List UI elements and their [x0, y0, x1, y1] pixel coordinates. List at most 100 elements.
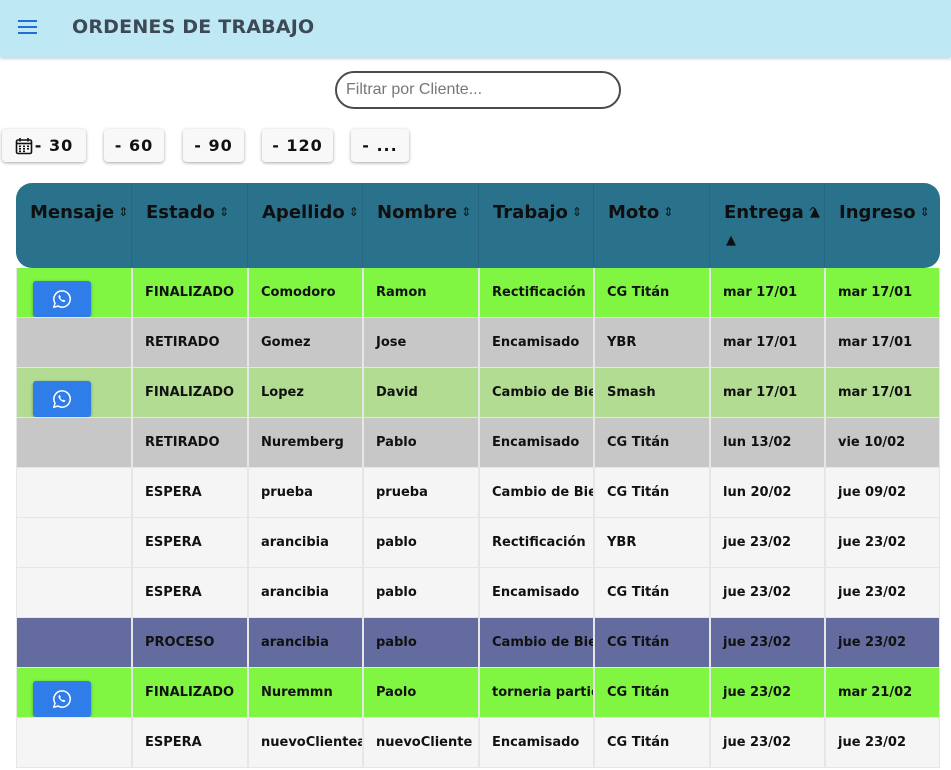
cell-mensaje — [16, 318, 132, 368]
cell-mensaje — [16, 418, 132, 468]
cell-mensaje — [16, 568, 132, 618]
sort-icon[interactable]: ⇕ — [219, 205, 229, 219]
table-row[interactable]: ESPERApruebapruebaCambio de BielaCG Titá… — [16, 468, 940, 518]
column-header-apellido[interactable]: Apellido ⇕ — [248, 183, 363, 268]
cell-mensaje — [16, 518, 132, 568]
cell-ingreso: vie 10/02 — [825, 418, 940, 468]
whatsapp-icon — [52, 390, 71, 409]
column-label: Estado — [146, 202, 216, 223]
filter-60-label: - 60 — [114, 136, 154, 155]
filter-60-days-button[interactable]: - 60 — [104, 129, 164, 162]
cell-trabajo: Rectificación — [479, 518, 594, 568]
column-label: Ingreso — [839, 202, 916, 223]
cell-ingreso: mar 17/01 — [825, 268, 940, 318]
cell-ingreso: jue 23/02 — [825, 568, 940, 618]
client-filter-input[interactable] — [335, 71, 621, 109]
column-header-estado[interactable]: Estado ⇕ — [132, 183, 248, 268]
table-body: FINALIZADO Comodoro Ramon Rectificación CG T… — [16, 268, 940, 768]
cell-estado: FINALIZADO — [132, 668, 248, 718]
cell-ingreso: jue 09/02 — [825, 468, 940, 518]
cell-entrega: jue 23/02 — [710, 668, 825, 718]
cell-trabajo: Encamisado — [479, 718, 594, 768]
cell-ingreso: jue 23/02 — [825, 618, 940, 668]
cell-moto: CG Titán — [594, 468, 710, 518]
column-label: Mensaje — [30, 202, 115, 223]
cell-estado: ESPERA — [132, 568, 248, 618]
sort-ascending-icon: ▲ — [810, 205, 820, 220]
cell-mensaje — [16, 618, 132, 668]
cell-ingreso: mar 21/02 — [825, 668, 940, 718]
hamburger-menu-icon[interactable] — [18, 20, 38, 36]
cell-ingreso: mar 17/01 — [825, 318, 940, 368]
page-title: ORDENES DE TRABAJO — [72, 16, 315, 38]
cell-apellido: arancibia — [248, 618, 363, 668]
table-row[interactable]: ESPERAnuevoClienteapnuevoClienteEncamisa… — [16, 718, 940, 768]
whatsapp-button[interactable] — [33, 681, 91, 717]
table-row[interactable]: RETIRADO Gomez Jose Encamisado YBR mar 17/01 m… — [16, 318, 940, 368]
column-header-entrega[interactable]: Entrega ^ ▲ ▲ — [710, 183, 825, 268]
cell-nombre: pablo — [363, 568, 479, 618]
cell-nombre: prueba — [363, 468, 479, 518]
table-row[interactable]: FINALIZADO Comodoro Ramon Rectificación CG T… — [16, 268, 940, 318]
cell-estado: ESPERA — [132, 468, 248, 518]
column-header-mensaje[interactable]: Mensaje ⇕ — [16, 183, 132, 268]
cell-moto: Smash — [594, 368, 710, 418]
whatsapp-button[interactable] — [33, 281, 91, 317]
table-row[interactable]: FINALIZADONuremmnPaolotorneria particula… — [16, 668, 940, 718]
sort-icon[interactable]: ⇕ — [663, 205, 673, 219]
sort-icon[interactable]: ⇕ — [461, 205, 471, 219]
cell-entrega: mar 17/01 — [710, 368, 825, 418]
cell-moto: CG Titán — [594, 618, 710, 668]
filter-more-label: - ... — [362, 136, 398, 155]
filter-120-days-button[interactable]: - 120 — [262, 129, 333, 162]
whatsapp-button[interactable] — [33, 381, 91, 417]
cell-trabajo: Cambio de Biela — [479, 618, 594, 668]
filter-90-label: - 90 — [194, 136, 233, 155]
column-label: Entrega — [724, 202, 804, 223]
whatsapp-icon — [52, 290, 71, 309]
cell-estado: PROCESO — [132, 618, 248, 668]
sort-icon[interactable]: ⇕ — [118, 205, 128, 219]
filter-30-label: - 30 — [34, 136, 74, 155]
cell-estado: RETIRADO — [132, 318, 248, 368]
column-label: Moto — [608, 202, 660, 223]
column-label: Trabajo — [493, 202, 568, 223]
cell-apellido: nuevoClienteap — [248, 718, 363, 768]
cell-mensaje — [16, 468, 132, 518]
cell-estado: RETIRADO — [132, 418, 248, 468]
sort-icon[interactable]: ⇕ — [572, 205, 582, 219]
table-row[interactable]: ESPERA arancibia pablo Encamisado CG Titán ju… — [16, 568, 940, 618]
cell-apellido: Nuremberg — [248, 418, 363, 468]
cell-trabajo: torneria particular — [479, 668, 594, 718]
cell-trabajo: Encamisado — [479, 418, 594, 468]
table-row[interactable]: RETIRADO Nuremberg Pablo Encamisado CG Titán… — [16, 418, 940, 468]
cell-apellido: prueba — [248, 468, 363, 518]
app-bar: ORDENES DE TRABAJO — [0, 0, 951, 57]
cell-apellido: Nuremmn — [248, 668, 363, 718]
whatsapp-icon — [52, 690, 71, 709]
sort-icon[interactable]: ⇕ — [349, 205, 359, 219]
cell-entrega: jue 23/02 — [710, 568, 825, 618]
sort-icon[interactable]: ⇕ — [920, 205, 930, 219]
cell-estado: ESPERA — [132, 518, 248, 568]
sort-ascending-icon-secondary: ▲ — [726, 233, 736, 248]
cell-mensaje — [16, 268, 132, 318]
cell-trabajo: Cambio de Biela — [479, 368, 594, 418]
table-header: Mensaje ⇕ Estado ⇕ Apellido ⇕ Nombre ⇕ Traba… — [16, 183, 940, 268]
cell-apellido: Lopez — [248, 368, 363, 418]
column-header-moto[interactable]: Moto ⇕ — [594, 183, 710, 268]
filter-more-button[interactable]: - ... — [351, 129, 409, 162]
column-header-nombre[interactable]: Nombre ⇕ — [363, 183, 479, 268]
column-header-trabajo[interactable]: Trabajo ⇕ — [479, 183, 594, 268]
table-row[interactable]: FINALIZADOLopezDavidCambio de BielaSmash… — [16, 368, 940, 418]
table-row[interactable]: PROCESOarancibiapabloCambio de BielaCG T… — [16, 618, 940, 668]
cell-apellido: arancibia — [248, 518, 363, 568]
table-row[interactable]: ESPERA arancibia pablo Rectificación YBR jue … — [16, 518, 940, 568]
filter-90-days-button[interactable]: - 90 — [183, 129, 244, 162]
cell-moto: YBR — [594, 318, 710, 368]
cell-nombre: Ramon — [363, 268, 479, 318]
cell-nombre: Paolo — [363, 668, 479, 718]
filter-30-days-button[interactable]: - 30 — [2, 129, 86, 162]
column-header-ingreso[interactable]: Ingreso ⇕ — [825, 183, 940, 268]
cell-nombre: Pablo — [363, 418, 479, 468]
